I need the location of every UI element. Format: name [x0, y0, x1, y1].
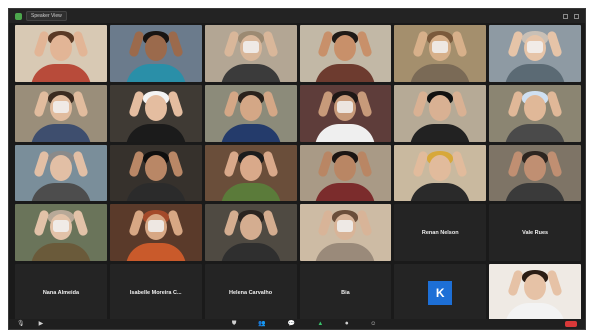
participant-face: [524, 274, 547, 301]
held-object: [337, 100, 354, 113]
video-camera-icon[interactable]: ▶: [39, 321, 44, 327]
participant-face: [239, 214, 262, 241]
meeting-controls-bar: 🎙 ▶ ⛊ 👥 💬 ▲ ⏺ ☺: [9, 319, 585, 329]
participant-tile[interactable]: [489, 144, 581, 202]
participant-face: [524, 154, 547, 181]
security-shield-icon: [15, 12, 22, 20]
participant-tile[interactable]: K: [394, 264, 487, 321]
participant-tile[interactable]: [299, 204, 392, 262]
held-object: [242, 41, 259, 53]
participant-tile[interactable]: [394, 25, 487, 82]
participant-face: [429, 154, 452, 181]
participant-face: [524, 94, 547, 121]
mic-icon[interactable]: 🎙: [17, 321, 25, 327]
held-object: [52, 100, 69, 113]
participant-tile[interactable]: [489, 25, 581, 82]
held-object: [52, 220, 69, 233]
participant-face: [144, 35, 167, 61]
minimize-icon[interactable]: [563, 13, 568, 19]
participant-tile[interactable]: Isabelle Moreira C...: [109, 264, 202, 321]
window-titlebar: Speaker View: [9, 9, 585, 23]
participant-tile[interactable]: Helena Carvalho: [204, 264, 297, 321]
participant-tile[interactable]: [299, 84, 392, 142]
participant-tile[interactable]: Renan Nelson: [394, 204, 487, 262]
security-icon[interactable]: ⛊: [232, 321, 237, 327]
controls-center: ⛊ 👥 💬 ▲ ⏺ ☺: [232, 321, 377, 327]
participant-tile[interactable]: [109, 144, 202, 202]
zoom-meeting-screen: Speaker View Renan Nelson Vale Rues Nana A…: [0, 0, 590, 333]
participant-tile[interactable]: [394, 144, 487, 202]
speaker-view-button[interactable]: Speaker View: [26, 11, 67, 21]
reactions-icon[interactable]: ☺: [370, 321, 376, 327]
fullscreen-icon[interactable]: [574, 13, 579, 19]
participant-tile[interactable]: [109, 84, 202, 142]
participant-tile[interactable]: [204, 25, 297, 82]
participant-name: Helena Carvalho: [229, 289, 273, 296]
end-call-icon[interactable]: [565, 321, 577, 327]
participant-name: Vale Rues: [522, 229, 549, 236]
participant-tile[interactable]: [109, 204, 202, 262]
participant-avatar: K: [428, 280, 453, 305]
participants-icon[interactable]: 👥: [258, 321, 265, 327]
controls-left: 🎙 ▶: [17, 321, 43, 327]
participant-face: [49, 35, 72, 61]
participant-tile[interactable]: [394, 84, 487, 142]
participant-name: Isabelle Moreira C...: [129, 289, 182, 296]
participant-face: [239, 154, 262, 181]
participant-face: [429, 94, 452, 121]
meeting-window: Speaker View Renan Nelson Vale Rues Nana A…: [8, 8, 586, 330]
participant-tile[interactable]: [204, 144, 297, 202]
participant-tile[interactable]: Vale Rues: [489, 204, 581, 262]
participant-tile[interactable]: [15, 25, 107, 82]
participant-face: [49, 154, 72, 181]
held-object: [527, 41, 544, 53]
held-object: [147, 220, 164, 233]
participant-face: [239, 94, 262, 121]
participant-name: Renan Nelson: [421, 229, 459, 236]
participant-face: [334, 35, 357, 61]
participant-tile[interactable]: Bia: [299, 264, 392, 321]
share-screen-icon[interactable]: ▲: [317, 321, 323, 327]
participant-name: Bia: [341, 289, 350, 296]
gallery-grid: Renan Nelson Vale Rues Nana Almeida Isabell…: [15, 25, 581, 321]
controls-right: [565, 321, 577, 327]
participant-tile[interactable]: [489, 84, 581, 142]
participant-face: [334, 154, 357, 181]
participant-tile[interactable]: [109, 25, 202, 82]
participant-tile[interactable]: [15, 84, 107, 142]
held-object: [337, 220, 354, 233]
participant-tile[interactable]: Nana Almeida: [15, 264, 107, 321]
participant-tile[interactable]: [299, 144, 392, 202]
window-controls: [563, 13, 579, 19]
chat-icon[interactable]: 💬: [288, 321, 295, 327]
participant-tile[interactable]: [489, 264, 581, 321]
participant-tile[interactable]: [15, 144, 107, 202]
participant-tile[interactable]: [204, 204, 297, 262]
participant-name: Nana Almeida: [42, 289, 79, 296]
participant-face: [144, 154, 167, 181]
participant-tile[interactable]: [15, 204, 107, 262]
record-icon[interactable]: ⏺: [345, 321, 348, 327]
participant-tile[interactable]: [204, 84, 297, 142]
participant-tile[interactable]: [299, 25, 392, 82]
participant-face: [144, 94, 167, 121]
held-object: [432, 41, 449, 53]
